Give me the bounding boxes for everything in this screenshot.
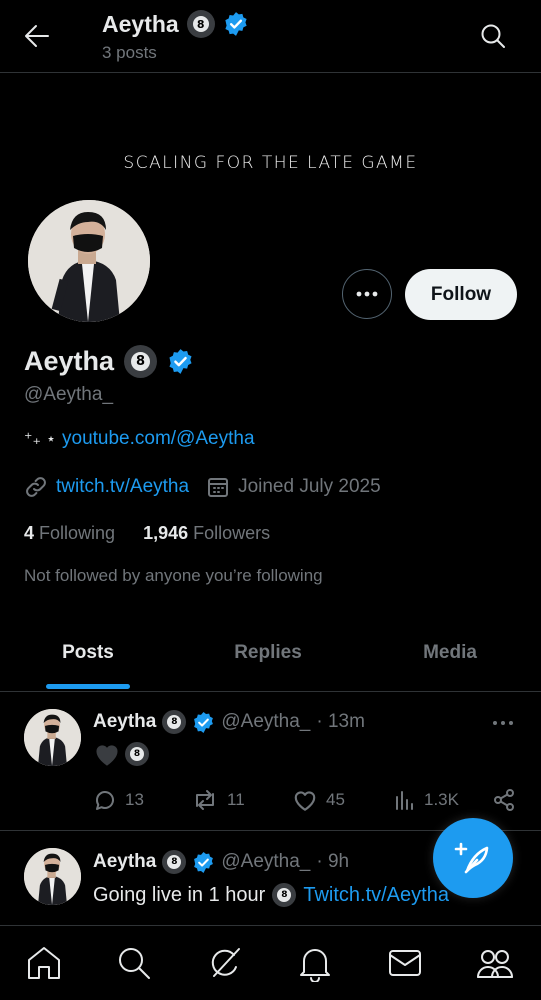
post-time: · 9h <box>316 851 350 872</box>
person-photo-icon <box>24 709 81 766</box>
milestone-badge-icon: 8 <box>272 883 297 907</box>
verified-badge-icon <box>194 851 214 873</box>
banner-text: SCALING FOR THE LATE GAME <box>123 153 418 173</box>
milestone-badge-icon: 8 <box>162 710 187 734</box>
link-icon <box>26 477 46 497</box>
following-link[interactable]: 4 Following <box>24 523 115 544</box>
reply-button[interactable]: 13 <box>93 787 144 813</box>
milestone-badge-icon: 8 <box>124 344 158 378</box>
verified-badge-icon <box>225 12 247 36</box>
search-icon <box>119 948 150 979</box>
post-avatar[interactable] <box>24 709 81 766</box>
search-button[interactable] <box>479 22 507 50</box>
post-body: Going live in 1 hour <box>93 883 266 906</box>
post-text: Going live in 1 hour 8 Twitch.tv/Aeytha <box>93 881 449 909</box>
joined-date: Joined July 2025 <box>238 476 381 497</box>
black-heart-icon <box>96 745 118 766</box>
bio-youtube-link[interactable]: youtube.com/@Aeytha <box>62 428 255 450</box>
nav-communities[interactable] <box>475 944 515 982</box>
tab-media[interactable]: Media <box>362 630 538 690</box>
post-header: Aeytha 8 @Aeytha_ · 9h <box>93 849 349 875</box>
bell-icon <box>300 949 330 982</box>
page-title: Aeytha <box>102 10 179 37</box>
verified-badge-icon <box>194 711 214 733</box>
more-horizontal-icon <box>356 291 378 297</box>
person-photo-icon <box>28 200 150 322</box>
post-author-name[interactable]: Aeytha <box>93 851 156 873</box>
profile-meta-row: twitch.tv/Aeytha Joined July 2025 <box>24 473 381 501</box>
tab-active-indicator <box>46 684 130 689</box>
post-item[interactable]: Aeytha 8 @Aeytha_ · 13m 8 13 11 45 1.3K <box>0 692 541 830</box>
person-photo-icon <box>24 848 81 905</box>
tab-posts[interactable]: Posts <box>0 630 176 690</box>
milestone-badge-icon: 8 <box>186 10 215 38</box>
share-icon <box>494 789 514 811</box>
calendar-icon <box>208 478 229 497</box>
share-button[interactable] <box>492 788 516 812</box>
followers-link[interactable]: 1,946 Followers <box>143 523 270 544</box>
repost-button[interactable]: 11 <box>191 787 245 813</box>
nav-grok[interactable] <box>206 944 244 982</box>
post-more-button[interactable] <box>492 720 514 726</box>
communities-icon <box>477 950 513 978</box>
reply-icon <box>96 791 114 810</box>
nav-notifications[interactable] <box>297 944 333 982</box>
follow-counts: 4 Following 1,946 Followers <box>24 523 270 544</box>
milestone-badge-icon: 8 <box>125 742 149 766</box>
heart-icon <box>294 791 316 811</box>
compose-post-button[interactable] <box>433 818 513 898</box>
compose-feather-icon <box>454 842 489 874</box>
more-options-button[interactable] <box>342 269 392 319</box>
back-button[interactable] <box>22 22 52 50</box>
post-handle: @Aeytha_ <box>221 851 311 872</box>
post-text: 8 <box>93 741 149 767</box>
milestone-badge-icon: 8 <box>162 850 187 874</box>
follow-button-label: Follow <box>430 283 492 305</box>
verified-badge-icon <box>169 348 192 374</box>
post-avatar[interactable] <box>24 848 81 905</box>
profile-name-row: Aeytha 8 <box>24 342 194 380</box>
post-author-name[interactable]: Aeytha <box>93 711 156 733</box>
grok-icon <box>211 948 240 977</box>
more-horizontal-icon <box>493 721 513 725</box>
nav-messages[interactable] <box>387 946 423 980</box>
views-button[interactable]: 1.3K <box>394 787 459 813</box>
mail-icon <box>389 950 421 976</box>
profile-avatar[interactable] <box>25 197 153 325</box>
tab-replies[interactable]: Replies <box>180 630 356 690</box>
post-link[interactable]: Twitch.tv/Aeytha <box>303 884 449 907</box>
analytics-icon <box>396 791 413 810</box>
profile-name: Aeytha <box>24 345 115 376</box>
bottom-nav <box>0 926 541 1000</box>
profile-tabs: Posts Replies Media <box>0 630 541 692</box>
followed-by-text: Not followed by anyone you’re following <box>24 566 323 585</box>
website-link[interactable]: twitch.tv/Aeytha <box>56 476 189 498</box>
post-count: 3 posts <box>102 43 157 62</box>
nav-search[interactable] <box>116 945 152 981</box>
repost-icon <box>196 790 214 810</box>
follow-button[interactable]: Follow <box>405 269 517 320</box>
header-title-row: Aeytha 8 <box>102 9 249 39</box>
post-header: Aeytha 8 @Aeytha_ · 13m <box>93 709 365 735</box>
profile-bio: ⁺₊ ⋆ youtube.com/@Aeytha <box>24 428 255 450</box>
arrow-left-icon <box>25 25 49 47</box>
post-handle: @Aeytha_ <box>221 711 311 732</box>
like-button[interactable]: 45 <box>292 787 345 813</box>
bio-sparkle: ⁺₊ ⋆ <box>24 429 56 448</box>
search-icon <box>481 24 505 48</box>
post-time: · 13m <box>316 711 365 732</box>
nav-home[interactable] <box>25 945 63 981</box>
home-icon <box>28 947 60 979</box>
profile-handle: @Aeytha_ <box>24 384 114 405</box>
